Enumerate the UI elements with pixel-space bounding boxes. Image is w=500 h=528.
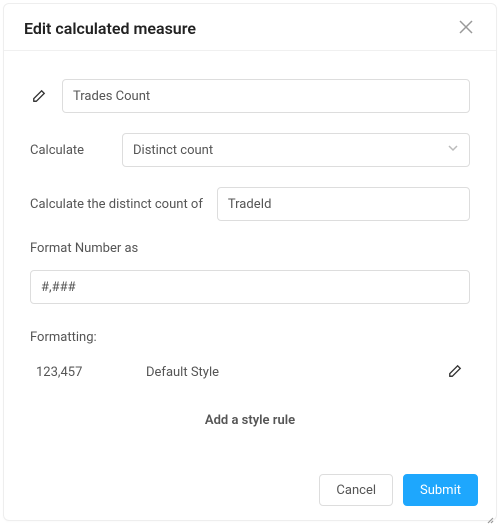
format-number-label: Format Number as: [30, 241, 470, 256]
format-pattern-input[interactable]: [30, 270, 470, 304]
distinct-count-field-input[interactable]: [217, 187, 470, 221]
pencil-icon: [448, 363, 462, 382]
chevron-down-icon: [447, 142, 459, 158]
close-button[interactable]: [456, 18, 476, 38]
distinct-count-label: Calculate the distinct count of: [30, 197, 203, 212]
name-row: [30, 79, 470, 113]
close-icon: [459, 19, 473, 38]
formatting-example: 123,457: [36, 365, 146, 380]
formatting-preview-row: 123,457 Default Style: [30, 363, 470, 381]
resize-icon: [482, 509, 494, 528]
calculate-label: Calculate: [30, 143, 108, 158]
dialog-title: Edit calculated measure: [24, 19, 196, 38]
dialog-header: Edit calculated measure: [4, 4, 496, 51]
edit-measure-dialog: Edit calculated measure Calculate Distin…: [3, 3, 497, 521]
formatting-style-name: Default Style: [146, 365, 446, 380]
dialog-footer: Cancel Submit: [4, 464, 496, 520]
formatting-section-label: Formatting:: [30, 330, 470, 345]
measure-name-input[interactable]: [62, 79, 470, 113]
pencil-icon: [30, 87, 48, 105]
distinct-count-row: Calculate the distinct count of: [30, 187, 470, 221]
calculate-select[interactable]: Distinct count: [122, 133, 470, 167]
dialog-body: Calculate Distinct count Calculate the d…: [4, 51, 496, 464]
submit-button[interactable]: Submit: [403, 474, 478, 506]
calculate-selected-value: Distinct count: [133, 143, 213, 158]
calculate-row: Calculate Distinct count: [30, 133, 470, 167]
resize-handle[interactable]: [482, 509, 494, 521]
cancel-button[interactable]: Cancel: [319, 474, 393, 506]
edit-style-button[interactable]: [446, 363, 464, 381]
add-style-rule-button[interactable]: Add a style rule: [30, 407, 470, 438]
